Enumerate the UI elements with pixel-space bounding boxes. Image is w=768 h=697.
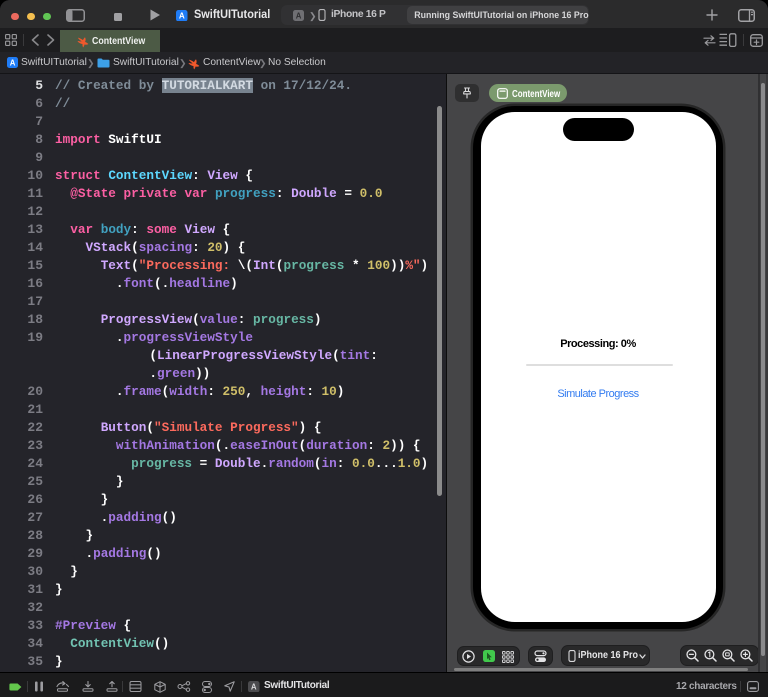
svg-text:A: A [251, 682, 257, 691]
svg-text:A: A [179, 11, 185, 20]
svg-text:A: A [296, 11, 302, 20]
svg-text:A: A [10, 58, 16, 67]
